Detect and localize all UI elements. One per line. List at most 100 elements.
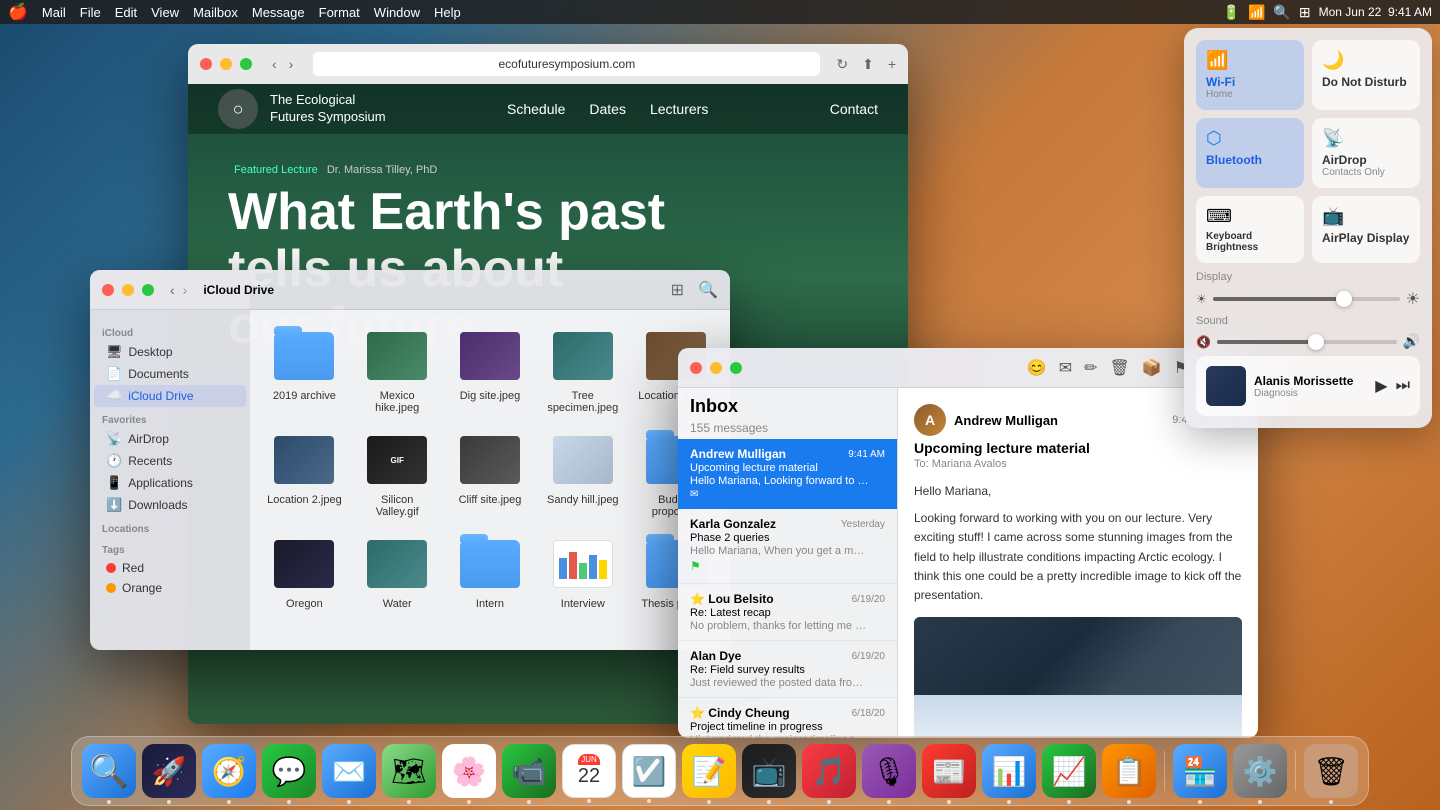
sidebar-item-desktop[interactable]: 🖥 Desktop — [94, 341, 246, 363]
sidebar-item-documents[interactable]: 📄 Documents — [94, 363, 246, 385]
mail-reply-icon[interactable]: ✏ — [1084, 358, 1097, 378]
finder-forward-btn[interactable]: › — [183, 282, 188, 298]
dock-podcasts[interactable]: 🎙 — [862, 744, 916, 798]
finder-expand-icon[interactable]: ⊞ — [671, 280, 684, 300]
window-maximize-button[interactable] — [240, 58, 252, 70]
dock-mail[interactable]: ✉️ — [322, 744, 376, 798]
mail-close-button[interactable] — [690, 362, 702, 374]
dock-keynote[interactable]: 📊 — [982, 744, 1036, 798]
brightness-slider[interactable] — [1213, 297, 1400, 301]
finder-item-treespecimen[interactable]: Tree specimen.jpeg — [540, 322, 625, 418]
finder-item-2019archive[interactable]: 2019 archive — [262, 322, 347, 418]
music-play-button[interactable]: ▶ — [1375, 376, 1387, 396]
menubar-help[interactable]: Help — [434, 5, 461, 20]
finder-item-cliffsite[interactable]: Cliff site.jpeg — [448, 426, 533, 522]
dock-safari[interactable]: 🧭 — [202, 744, 256, 798]
browser-forward-button[interactable]: › — [285, 54, 298, 74]
browser-share-icon[interactable]: ⬆ — [862, 56, 874, 73]
mail-compose-icon[interactable]: ✉ — [1059, 358, 1072, 378]
window-minimize-button[interactable] — [220, 58, 232, 70]
dock-notes[interactable]: 📝 — [682, 744, 736, 798]
window-close-button[interactable] — [200, 58, 212, 70]
finder-close-button[interactable] — [102, 284, 114, 296]
volume-slider[interactable] — [1217, 340, 1397, 344]
finder-minimize-button[interactable] — [122, 284, 134, 296]
browser-reload-icon[interactable]: ↻ — [836, 56, 848, 73]
dock-appstore[interactable]: 🏪 — [1173, 744, 1227, 798]
search-icon[interactable]: 🔍 — [1273, 4, 1290, 21]
mail-item-karla[interactable]: Karla Gonzalez Yesterday Phase 2 queries… — [678, 509, 897, 584]
menubar-edit[interactable]: Edit — [115, 5, 137, 20]
finder-item-intern[interactable]: Intern — [448, 530, 533, 610]
cc-tile-dnd[interactable]: 🌙 Do Not Disturb — [1312, 40, 1420, 110]
finder-item-location2[interactable]: Location 2.jpeg — [262, 426, 347, 522]
control-center-icon[interactable]: ⊞ — [1299, 4, 1311, 21]
dock-reminders[interactable]: ☑️ — [622, 744, 676, 798]
menubar-file[interactable]: File — [80, 5, 101, 20]
dock-sysprefs[interactable]: ⚙️ — [1233, 744, 1287, 798]
mail-item-alan[interactable]: Alan Dye 6/19/20 Re: Field survey result… — [678, 641, 897, 698]
cc-tile-airplay[interactable]: 📺 AirPlay Display — [1312, 196, 1420, 263]
dock-launchpad[interactable]: 🚀 — [142, 744, 196, 798]
finder-search-icon[interactable]: 🔍 — [698, 280, 718, 300]
dock-finder[interactable]: 🔍 — [82, 744, 136, 798]
finder-item-sandyhill[interactable]: Sandy hill.jpeg — [540, 426, 625, 522]
nav-lecturers[interactable]: Lecturers — [650, 101, 708, 117]
finder-back-btn[interactable]: ‹ — [170, 282, 175, 298]
finder-maximize-button[interactable] — [142, 284, 154, 296]
site-logo-circle: ○ — [218, 89, 258, 129]
sidebar-tag-red[interactable]: Red — [94, 558, 246, 578]
finder-item-digsite[interactable]: Dig site.jpeg — [448, 322, 533, 418]
menubar-view[interactable]: View — [151, 5, 179, 20]
cc-tile-airdrop[interactable]: 📡 AirDrop Contacts Only — [1312, 118, 1420, 188]
cc-tile-keyboard-brightness[interactable]: ⌨ Keyboard Brightness — [1196, 196, 1304, 263]
nav-dates[interactable]: Dates — [589, 101, 626, 117]
dock-numbers[interactable]: 📈 — [1042, 744, 1096, 798]
dock-pages[interactable]: 📋 — [1102, 744, 1156, 798]
wifi-icon[interactable]: 📶 — [1248, 4, 1265, 21]
dock-maps[interactable]: 🗺 — [382, 744, 436, 798]
dock-trash[interactable]: 🗑 — [1304, 744, 1358, 798]
sidebar-tag-orange[interactable]: Orange — [94, 578, 246, 598]
finder-item-water[interactable]: Water — [355, 530, 440, 610]
finder-item-siliconvalley[interactable]: GIF Silicon Valley.gif — [355, 426, 440, 522]
finder-item-interview[interactable]: Interview — [540, 530, 625, 610]
menubar-window[interactable]: Window — [374, 5, 420, 20]
volume-speaker-icon[interactable]: 🔊 — [1403, 333, 1420, 350]
mail-archive-icon[interactable]: 📦 — [1142, 358, 1162, 378]
mail-maximize-button[interactable] — [730, 362, 742, 374]
sidebar-item-downloads[interactable]: ⬇️ Downloads — [94, 494, 246, 516]
mail-minimize-button[interactable] — [710, 362, 722, 374]
browser-new-tab-icon[interactable]: + — [888, 56, 896, 72]
sidebar-item-applications[interactable]: 📱 Applications — [94, 472, 246, 494]
finder-item-oregon[interactable]: Oregon — [262, 530, 347, 610]
menubar-message[interactable]: Message — [252, 5, 305, 20]
cc-tile-bluetooth[interactable]: ⬡ Bluetooth — [1196, 118, 1304, 188]
mail-item-cindy[interactable]: ⭐ Cindy Cheung 6/18/20 Project timeline … — [678, 698, 897, 738]
sidebar-item-icloud-drive[interactable]: ☁️ iCloud Drive — [94, 385, 246, 407]
sidebar-item-recents[interactable]: 🕐 Recents — [94, 450, 246, 472]
apple-menu[interactable]: 🍎 — [8, 2, 28, 22]
dock-facetime[interactable]: 📹 — [502, 744, 556, 798]
menubar-format[interactable]: Format — [319, 5, 360, 20]
dock-calendar[interactable]: JUN 22 — [562, 744, 616, 798]
mail-item-lou[interactable]: ⭐ Lou Belsito 6/19/20 Re: Latest recap N… — [678, 584, 897, 641]
nav-schedule[interactable]: Schedule — [507, 101, 565, 117]
mail-delete-icon[interactable]: 🗑 — [1110, 358, 1130, 378]
dock-news[interactable]: 📰 — [922, 744, 976, 798]
finder-item-mexicohike[interactable]: Mexico hike.jpeg — [355, 322, 440, 418]
sidebar-item-airdrop[interactable]: 📡 AirDrop — [94, 428, 246, 450]
dock-messages[interactable]: 💬 — [262, 744, 316, 798]
browser-back-button[interactable]: ‹ — [268, 54, 281, 74]
dock-appletv[interactable]: 📺 — [742, 744, 796, 798]
browser-address-bar[interactable]: ecofuturesymposium.com — [313, 52, 820, 76]
music-forward-button[interactable]: ⏭ — [1396, 377, 1410, 395]
mail-item-andrew[interactable]: Andrew Mulligan 9:41 AM Upcoming lecture… — [678, 439, 897, 509]
dock-music[interactable]: 🎵 — [802, 744, 856, 798]
dock-photos[interactable]: 🌸 — [442, 744, 496, 798]
mail-emoji-icon[interactable]: 😊 — [1027, 358, 1047, 378]
cc-tile-wifi[interactable]: 📶 Wi-Fi Home — [1196, 40, 1304, 110]
nav-contact[interactable]: Contact — [830, 101, 878, 117]
menubar-app-name[interactable]: Mail — [42, 5, 66, 20]
menubar-mailbox[interactable]: Mailbox — [193, 5, 238, 20]
